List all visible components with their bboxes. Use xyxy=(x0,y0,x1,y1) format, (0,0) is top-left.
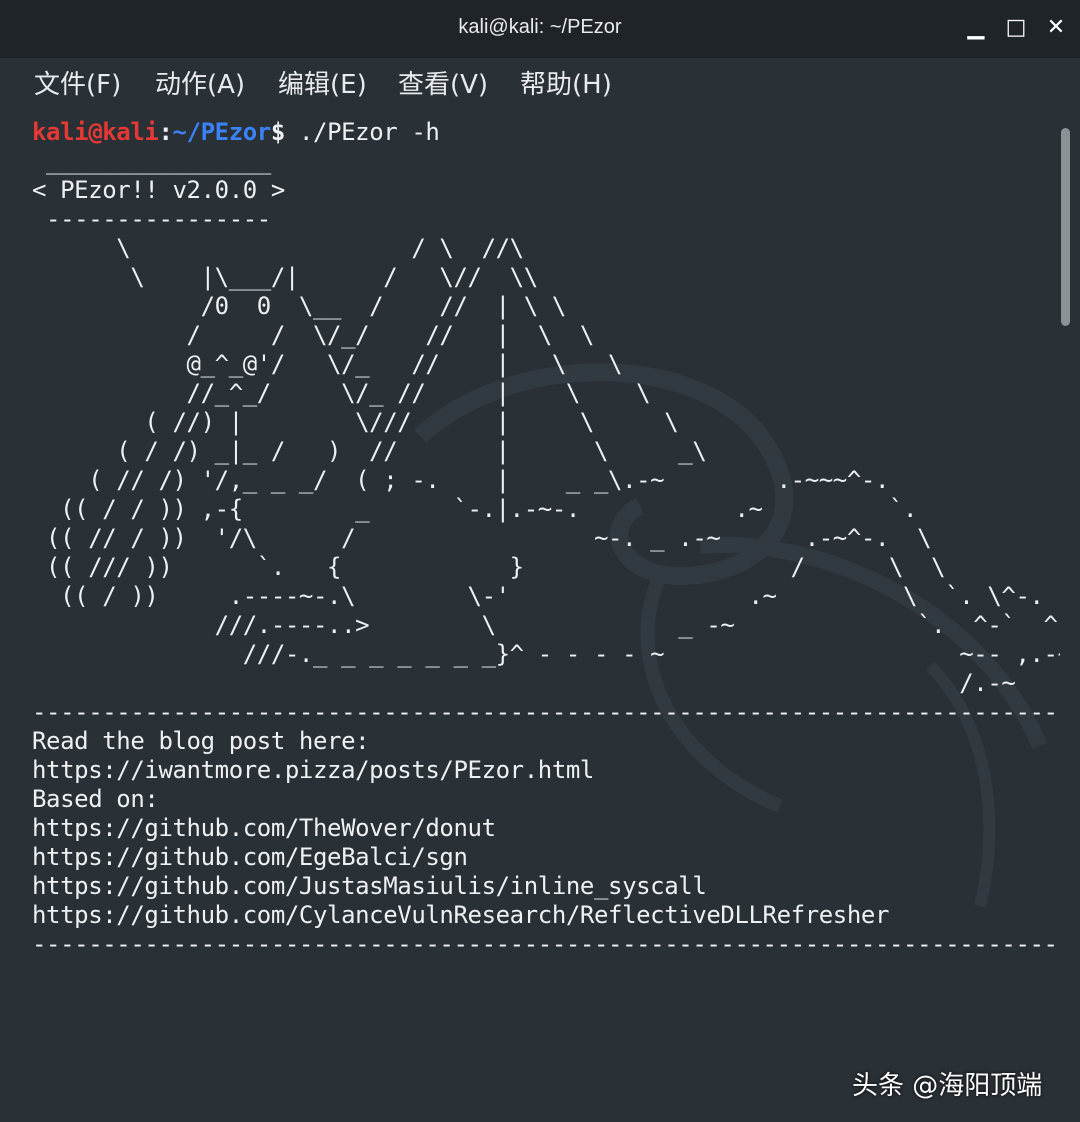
scrollbar-thumb[interactable] xyxy=(1061,128,1070,326)
watermark-text: 头条 @海阳顶端 xyxy=(852,1071,1043,1101)
prompt-symbol: $ xyxy=(270,118,285,146)
ascii-art-banner: ________________ < PEzor!! v2.0.0 > ----… xyxy=(32,147,1060,697)
prompt-user-host: kali@kali xyxy=(32,118,159,146)
window-title: kali@kali: ~/PEzor xyxy=(458,16,622,38)
menu-view[interactable]: 查看(V) xyxy=(398,64,488,101)
output-line-blog-label: Read the blog post here: xyxy=(32,727,370,755)
output-line-syscall-url: https://github.com/JustasMasiulis/inline… xyxy=(32,872,707,900)
menu-file[interactable]: 文件(F) xyxy=(34,64,121,101)
output-line-blog-url: https://iwantmore.pizza/posts/PEzor.html xyxy=(32,756,594,784)
prompt-colon: : xyxy=(158,118,173,146)
minimize-button[interactable]: ▁ xyxy=(962,14,990,42)
output-line-based-on: Based on: xyxy=(32,785,159,813)
terminal-area[interactable]: kali@kali:~/PEzor$ ./PEzor -h __________… xyxy=(0,106,1060,1122)
title-bar[interactable]: kali@kali: ~/PEzor ▁ □ ✕ xyxy=(0,0,1080,58)
maximize-button[interactable]: □ xyxy=(1002,14,1030,42)
menu-help[interactable]: 帮助(H) xyxy=(520,64,612,101)
terminal-output: kali@kali:~/PEzor$ ./PEzor -h __________… xyxy=(32,118,1060,959)
prompt-command: ./PEzor -h xyxy=(284,118,440,146)
menu-edit[interactable]: 编辑(E) xyxy=(278,64,367,101)
output-line-sgn-url: https://github.com/EgeBalci/sgn xyxy=(32,843,468,871)
separator-line-bottom: ----------------------------------------… xyxy=(32,930,1060,958)
menu-action[interactable]: 动作(A) xyxy=(155,64,245,101)
menu-bar: 文件(F) 动作(A) 编辑(E) 查看(V) 帮助(H) xyxy=(0,58,1080,106)
output-line-refresher-url: https://github.com/CylanceVulnResearch/R… xyxy=(32,901,890,929)
terminal-window: kali@kali: ~/PEzor ▁ □ ✕ 文件(F) 动作(A) 编辑(… xyxy=(0,0,1080,1122)
separator-line: ----------------------------------------… xyxy=(32,698,1060,726)
output-line-donut-url: https://github.com/TheWover/donut xyxy=(32,814,496,842)
close-button[interactable]: ✕ xyxy=(1042,14,1070,42)
prompt-path: ~/PEzor xyxy=(172,118,272,146)
